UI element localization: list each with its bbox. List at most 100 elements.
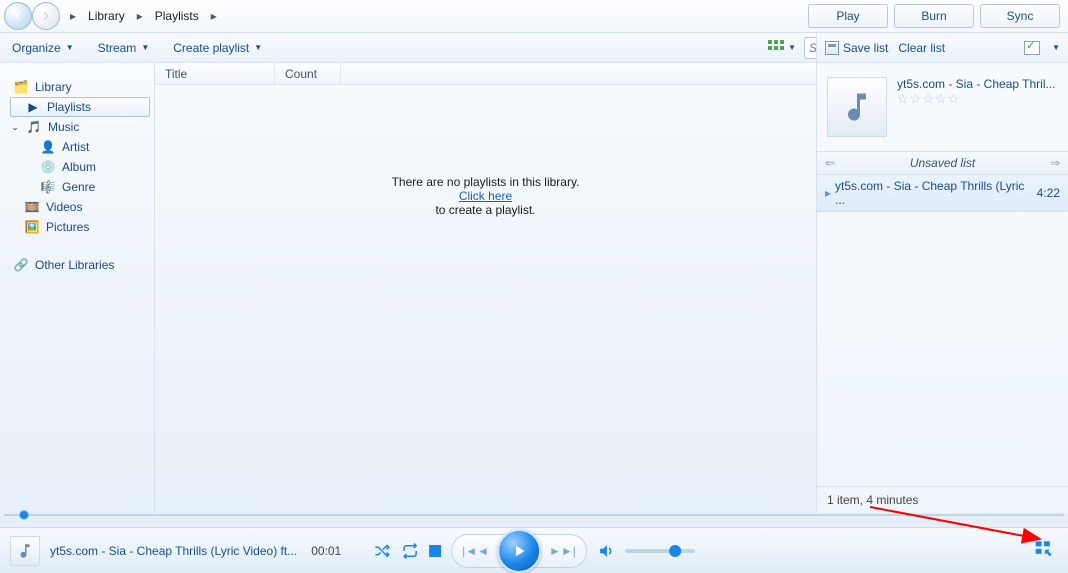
save-list-label: Save list [843,41,888,55]
view-options-button[interactable]: ▼ [768,40,796,56]
seek-thumb[interactable] [20,511,28,519]
sidebar-item-label: Artist [62,140,89,154]
empty-message-line2: to create a playlist. [435,203,535,217]
volume-icon [597,542,615,560]
play-button[interactable] [497,529,541,573]
create-playlist-label: Create playlist [173,41,249,55]
empty-message-line1: There are no playlists in this library. [392,175,580,189]
sidebar-item-artist[interactable]: 👤 Artist [10,137,150,157]
playlist-status: 1 item, 4 minutes [817,486,1068,513]
playlist-icon: ▶ [25,99,41,115]
list-options-check[interactable] [1024,41,1040,55]
nav-bar: ▸ Library ▸ Playlists ▸ Play Burn Sync [0,0,1068,33]
artist-icon: 👤 [40,139,56,155]
content-area: Title Count There are no playlists in th… [155,63,816,513]
next-button[interactable]: ►►| [545,544,580,558]
breadcrumb-library[interactable]: Library [84,6,129,26]
stream-menu[interactable]: Stream▼ [94,38,154,58]
sidebar-item-label: Other Libraries [35,258,114,272]
album-art[interactable] [827,77,887,137]
chevron-down-icon[interactable]: ▼ [1052,43,1060,52]
breadcrumb-playlists[interactable]: Playlists [151,6,203,26]
playlist-header: ⇐ Unsaved list ⇒ [817,151,1068,175]
chevron-right-icon[interactable]: ▸ [133,9,147,23]
column-count[interactable]: Count [275,63,341,84]
shuffle-icon [373,542,391,560]
playlist-item-duration: 4:22 [1037,186,1060,200]
arrow-right-icon [39,9,53,23]
chevron-down-icon: ▼ [141,43,149,52]
pictures-icon: 🖼️ [24,219,40,235]
sidebar-item-library[interactable]: 🗂️ Library [10,77,150,97]
seek-track [4,514,1064,516]
previous-button[interactable]: |◄◄ [458,544,493,558]
chevron-down-icon: ▼ [66,43,74,52]
music-note-icon [16,542,34,560]
create-playlist-menu[interactable]: Create playlist ▼ [169,38,266,58]
sidebar-item-album[interactable]: 💿 Album [10,157,150,177]
player-track-title: yt5s.com - Sia - Cheap Thrills (Lyric Vi… [50,544,297,558]
grid-icon [768,40,786,56]
clear-list-button[interactable]: Clear list [898,41,945,55]
chevron-right-icon[interactable]: ▸ [207,9,221,23]
music-icon: 🎵 [26,119,42,135]
now-playing-title[interactable]: yt5s.com - Sia - Cheap Thril... [897,77,1056,91]
sidebar-item-videos[interactable]: 🎞️ Videos [10,197,150,217]
playlist-item[interactable]: ▸ yt5s.com - Sia - Cheap Thrills (Lyric … [817,175,1068,212]
mute-button[interactable] [597,542,615,560]
save-list-button[interactable]: Save list [825,41,888,55]
rating-stars[interactable]: ☆☆☆☆☆ [897,91,1056,107]
playlist-header-label: Unsaved list [910,156,975,170]
genre-icon: 🎼 [40,179,56,195]
forward-button[interactable] [32,2,60,30]
sidebar: 🗂️ Library ▶ Playlists ⌄ 🎵 Music 👤 Artis… [0,63,155,513]
sidebar-item-label: Library [35,80,72,94]
sidebar-item-label: Pictures [46,220,89,234]
seek-bar[interactable] [4,511,1064,519]
chevron-down-icon: ▼ [788,43,796,52]
tab-play[interactable]: Play [808,4,888,28]
arrow-left-icon [11,9,25,23]
stop-button[interactable] [429,545,441,557]
switch-to-now-playing-button[interactable] [1034,538,1054,561]
sidebar-item-playlists[interactable]: ▶ Playlists [10,97,150,117]
list-toolbar: Save list Clear list ▼ [816,33,1068,63]
column-title[interactable]: Title [155,63,275,84]
sidebar-item-pictures[interactable]: 🖼️ Pictures [10,217,150,237]
sidebar-item-label: Album [62,160,96,174]
tab-sync[interactable]: Sync [980,4,1060,28]
stop-icon [429,545,441,557]
create-playlist-link[interactable]: Click here [459,189,512,203]
column-headers: Title Count [155,63,816,85]
chevron-right-icon: ▸ [66,9,80,23]
sidebar-item-genre[interactable]: 🎼 Genre [10,177,150,197]
player-bar: yt5s.com - Sia - Cheap Thrills (Lyric Vi… [0,527,1068,573]
repeat-button[interactable] [401,542,419,560]
volume-thumb[interactable] [669,545,681,557]
shuffle-button[interactable] [373,542,391,560]
sidebar-item-label: Videos [46,200,82,214]
music-note-icon [839,89,875,125]
main-area: 🗂️ Library ▶ Playlists ⌄ 🎵 Music 👤 Artis… [0,63,816,513]
sidebar-item-label: Playlists [47,100,91,114]
play-icon [510,542,528,560]
tab-burn[interactable]: Burn [894,4,974,28]
sidebar-item-other-libraries[interactable]: 🔗 Other Libraries [10,255,150,275]
sidebar-item-label: Genre [62,180,95,194]
player-thumbnail[interactable] [10,536,40,566]
player-elapsed-time: 00:01 [311,544,341,558]
videos-icon: 🎞️ [24,199,40,215]
volume-slider[interactable] [625,549,695,553]
transport-cluster: |◄◄ ►►| [451,534,587,568]
chevron-down-icon: ▼ [254,43,262,52]
playlist-item-name: yt5s.com - Sia - Cheap Thrills (Lyric ..… [835,179,1037,207]
expand-toggle-icon[interactable]: ⌄ [10,122,20,133]
next-list-button[interactable]: ⇒ [1050,156,1060,170]
organize-menu[interactable]: Organize ▼ [8,38,78,58]
organize-label: Organize [12,41,61,55]
back-button[interactable] [4,2,32,30]
volume-track [625,549,695,553]
sidebar-item-music[interactable]: ⌄ 🎵 Music [10,117,150,137]
empty-state: There are no playlists in this library. … [155,85,816,513]
prev-list-button[interactable]: ⇐ [825,156,835,170]
